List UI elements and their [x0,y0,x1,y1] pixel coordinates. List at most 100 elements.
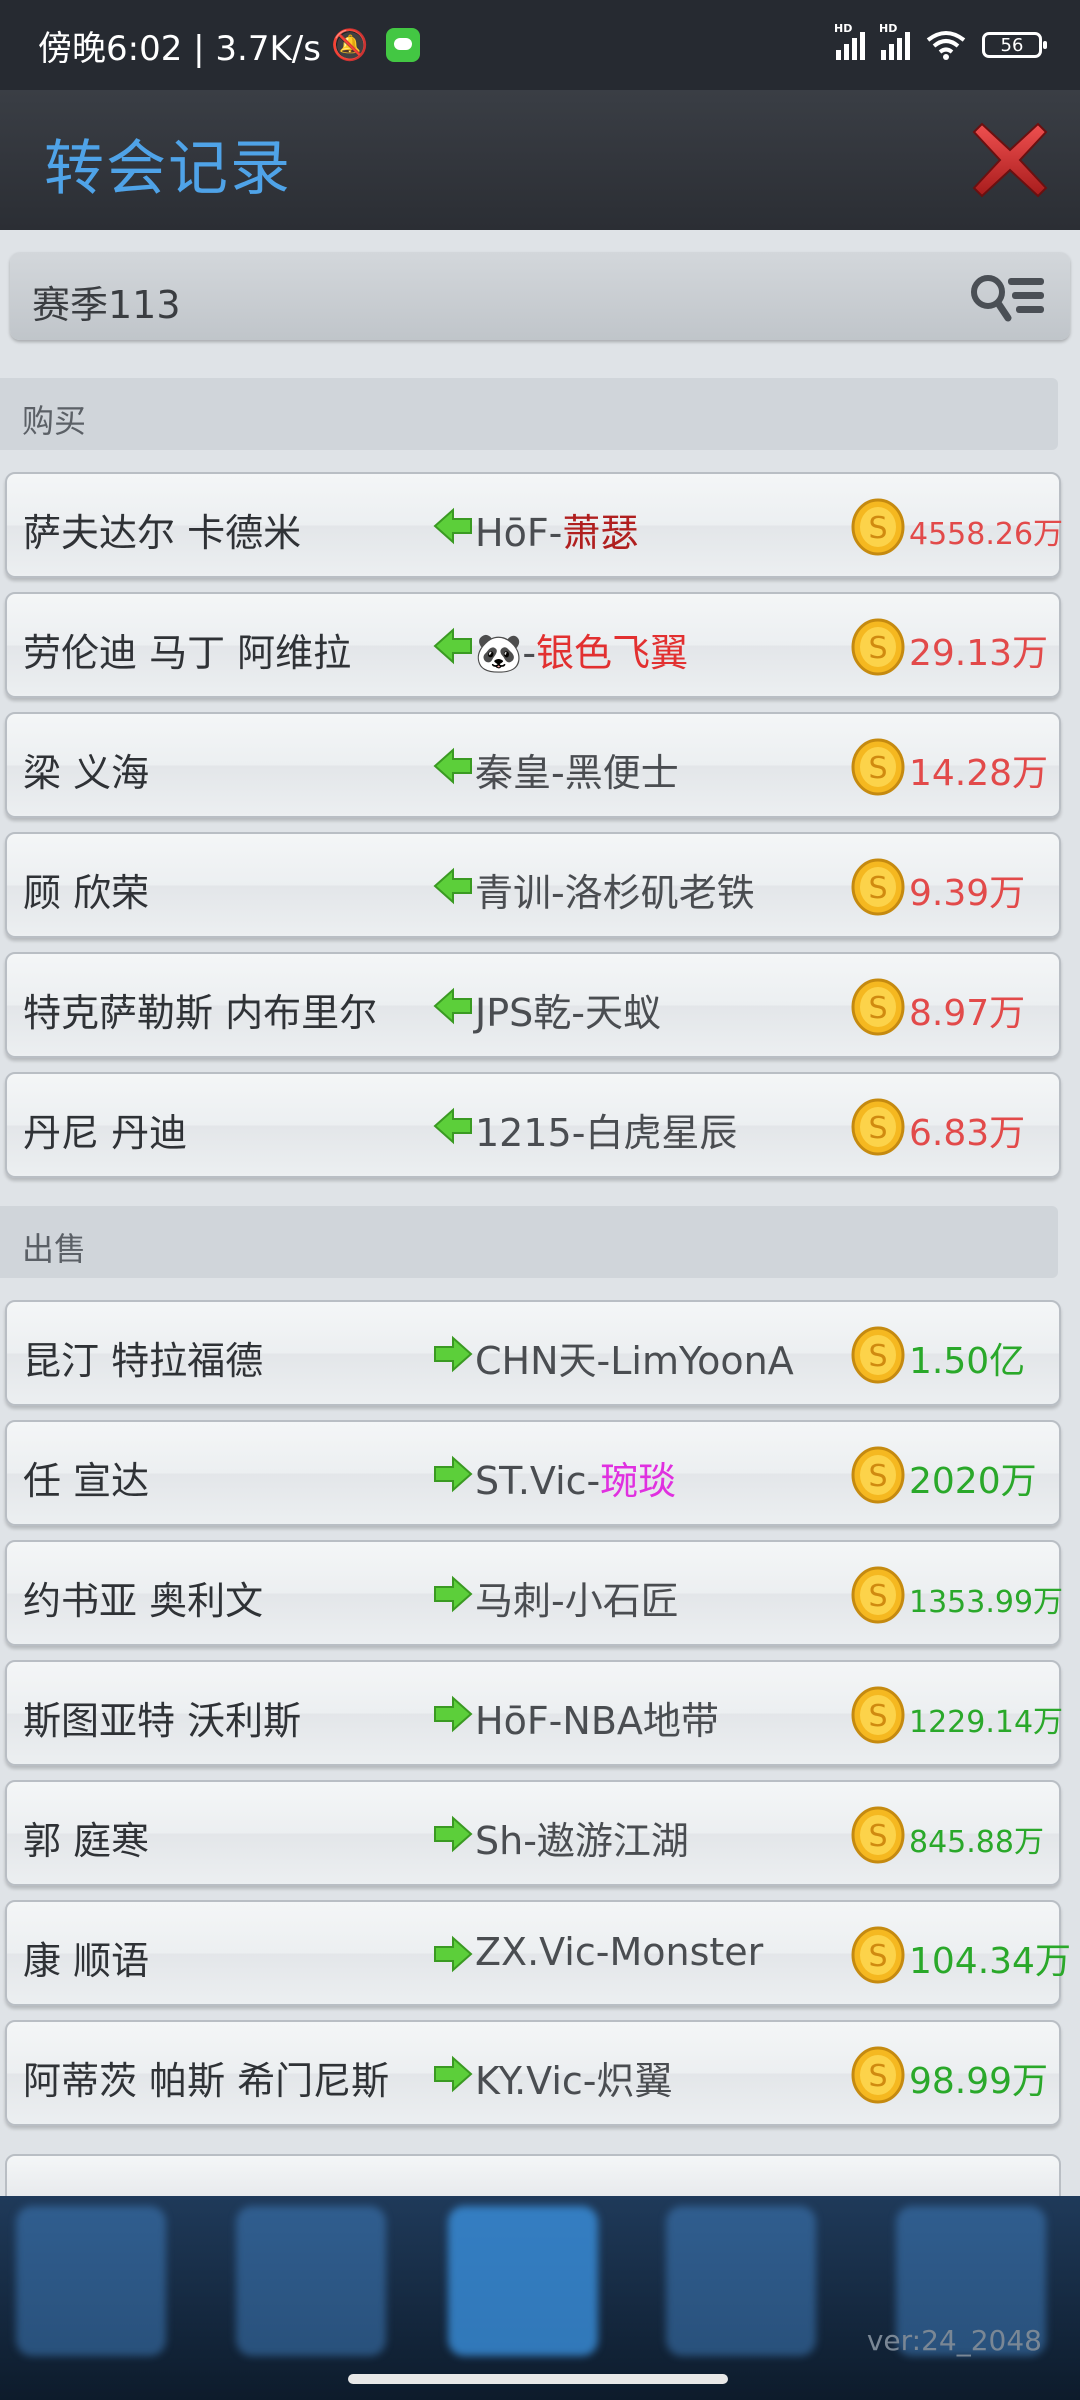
arrow-right-icon [434,1335,473,1373]
coin-icon: S [851,978,905,1036]
club-name: 马刺-小石匠 [475,1570,679,1625]
arrow-left-icon [433,867,472,905]
search-list-icon[interactable] [968,270,1048,326]
season-selector-next[interactable] [5,2154,1061,2196]
svg-text:S: S [868,1111,887,1146]
club-prefix: HōF- [475,511,563,555]
transfer-row[interactable]: 萨夫达尔 卡德米 HōF-萧瑟 S 4558.26万 [5,472,1063,578]
club-name: JPS乾-天蚁 [475,982,661,1037]
nav-yen-icon[interactable] [236,2206,386,2356]
transfer-row[interactable]: 斯图亚特 沃利斯 HōF-NBA地带 S 1229.14万 [5,1660,1063,1766]
svg-text:S: S [868,1819,887,1854]
nav-center-icon[interactable] [448,2206,598,2356]
transfer-records-panel: 赛季113 购买 萨夫达尔 卡德米 HōF-萧瑟 S 4558.26万 劳伦迪 … [0,230,1080,2196]
transfer-row[interactable]: 特克萨勒斯 内布里尔 JPS乾-天蚁 S 8.97万 [5,952,1061,1058]
club-suffix: 小石匠 [564,1579,679,1623]
club-prefix: CHN天- [475,1339,611,1383]
status-right: HD HD 56 [834,22,1047,60]
svg-text:S: S [868,1699,887,1734]
arrow-right-icon [434,1455,473,1493]
season-label: 赛季113 [32,283,181,327]
transfer-row[interactable]: 任 宣达 ST.Vic-琬琰 S 2020万 [5,1420,1061,1526]
club-prefix: ST.Vic- [475,1459,601,1503]
svg-text:S: S [868,751,887,786]
arrow-right-icon [434,1575,473,1613]
club-suffix: 遨游江湖 [536,1819,689,1863]
section-header-sell: 出售 [0,1206,1058,1278]
transfer-row[interactable]: 康 顺语 ZX.Vic-Monster S 104.34万 [5,1900,1071,2006]
transfer-row[interactable]: 郭 庭寒 Sh-遨游江湖 S 845.88万 [5,1780,1061,1886]
club-prefix: KY.Vic- [475,2059,597,2103]
club-prefix: 秦皇- [475,751,565,795]
page-title: 转会记录 [44,134,292,204]
svg-text:S: S [868,1339,887,1374]
arrow-right-icon [434,1695,473,1733]
home-indicator[interactable] [348,2374,728,2384]
player-name: 约书亚 奥利文 [23,1579,264,1623]
transfer-row[interactable]: 阿蒂茨 帕斯 希门尼斯 KY.Vic-炽翼 S 98.99万 [5,2020,1061,2126]
status-bar: 傍晚6:02 | 3.7K/s 🔕 HD HD 56 [0,0,1080,90]
player-name: 劳伦迪 马丁 阿维拉 [23,631,352,675]
wifi-icon [926,31,966,60]
transfer-row[interactable]: 丹尼 丹迪 1215-白虎星辰 S 6.83万 [5,1072,1061,1178]
club-suffix: 黑便士 [564,751,679,795]
battery-icon: 56 [982,32,1047,58]
club-suffix: 银色飞翼 [536,631,689,675]
club-name: HōF-萧瑟 [475,502,638,557]
nav-star-icon[interactable] [16,2206,166,2356]
club-suffix: 白虎星辰 [585,1111,738,1155]
bottom-nav: ver:24_2048 [0,2196,1080,2400]
coin-icon: S [851,1326,905,1384]
club-prefix: 🐼- [475,631,537,675]
svg-text:S: S [868,631,887,666]
coin-icon: S [851,1926,905,1984]
player-name: 任 宣达 [23,1459,150,1503]
signal-icon: HD [834,22,865,60]
player-name: 顾 欣荣 [23,871,150,915]
club-prefix: ZX.Vic- [475,1930,610,1974]
nav-chat-icon[interactable] [666,2206,816,2356]
signal-icon: HD [879,22,910,60]
club-suffix: 天蚁 [584,991,661,1035]
transfer-row[interactable]: 顾 欣荣 青训-洛杉矶老铁 S 9.39万 [5,832,1061,938]
arrow-left-icon [433,627,472,665]
price: 104.34万 [909,1941,1071,1982]
club-prefix: HōF- [475,1699,563,1743]
player-name: 昆汀 特拉福德 [23,1339,264,1383]
player-name: 特克萨勒斯 内布里尔 [23,991,378,1035]
close-icon[interactable] [970,120,1050,200]
player-name: 丹尼 丹迪 [23,1111,188,1155]
price: 1.50亿 [909,1341,1026,1382]
club-name: HōF-NBA地带 [475,1690,719,1745]
season-selector[interactable]: 赛季113 [10,252,1070,340]
transfer-row[interactable]: 劳伦迪 马丁 阿维拉 🐼-银色飞翼 S 29.13万 [5,592,1061,698]
hd-label: HD [879,22,898,35]
club-name: ST.Vic-琬琰 [475,1450,676,1505]
section-label-sell: 出售 [22,1230,87,1268]
arrow-left-icon [433,1107,472,1145]
club-name: 秦皇-黑便士 [475,742,679,797]
dialog-header: 转会记录 [0,90,1080,230]
transfer-row[interactable]: 昆汀 特拉福德 CHN天-LimYoonA S 1.50亿 [5,1300,1061,1406]
coin-icon: S [851,2046,905,2104]
svg-text:S: S [868,991,887,1026]
price: 29.13万 [909,633,1049,674]
transfer-row[interactable]: 梁 义海 秦皇-黑便士 S 14.28万 [5,712,1061,818]
arrow-right-icon [434,1815,473,1853]
transfer-row[interactable]: 约书亚 奥利文 马刺-小石匠 S 1353.99万 [5,1540,1063,1646]
club-name: Sh-遨游江湖 [475,1810,689,1865]
price: 98.99万 [909,2061,1049,2102]
coin-icon: S [851,618,905,676]
price: 14.28万 [909,753,1049,794]
arrow-right-icon [434,1935,473,1973]
coin-icon: S [851,858,905,916]
player-name: 梁 义海 [23,751,150,795]
section-label-buy: 购买 [22,402,87,440]
svg-text:S: S [868,1939,887,1974]
club-suffix: 炽翼 [596,2059,673,2103]
coin-icon: S [851,1566,905,1624]
club-suffix: 洛杉矶老铁 [564,871,755,915]
price: 9.39万 [909,873,1026,914]
club-suffix: Monster [609,1930,764,1974]
club-prefix: 马刺- [475,1579,565,1623]
